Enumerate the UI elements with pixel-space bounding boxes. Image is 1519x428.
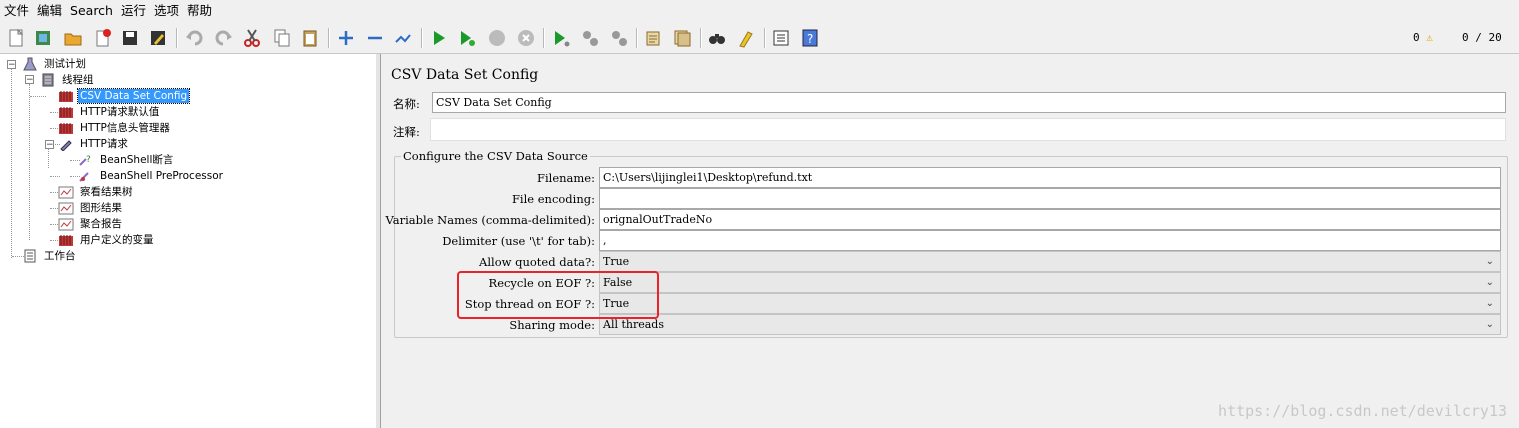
test-plan-tree: − − − 测试计划 线程组 CSV Data Set Config HTTP请… <box>0 54 377 428</box>
name-field[interactable]: CSV Data Set Config <box>432 92 1506 113</box>
save-as-icon[interactable] <box>147 27 169 49</box>
tree-item-http-defaults[interactable]: HTTP请求默认值 <box>58 104 161 120</box>
stop-icon[interactable] <box>486 27 508 49</box>
encoding-label: File encoding: <box>511 192 595 206</box>
name-label: 名称: <box>393 97 420 111</box>
sharing-select[interactable]: All threads ⌄ <box>599 314 1501 335</box>
config-element-icon <box>58 121 74 135</box>
config-element-icon <box>58 89 74 103</box>
chevron-down-icon: ⌄ <box>1485 277 1494 288</box>
quoted-value: True <box>603 255 630 268</box>
listener-icon <box>58 201 74 215</box>
thread-count: 0 / 20 <box>1462 31 1502 44</box>
delimiter-label: Delimiter (use '\t' for tab): <box>442 234 595 248</box>
new-icon[interactable] <box>5 27 27 49</box>
listener-icon <box>58 217 74 231</box>
filename-input[interactable]: C:\Users\lijinglei1\Desktop\refund.txt <box>599 167 1501 188</box>
filename-label: Filename: <box>537 171 595 185</box>
comment-field[interactable] <box>430 118 1506 141</box>
tree-item-test-plan[interactable]: 测试计划 <box>22 56 88 72</box>
function-helper-icon[interactable] <box>770 27 792 49</box>
svg-text:?: ? <box>86 155 91 165</box>
quoted-label: Allow quoted data?: <box>479 255 595 269</box>
red-highlight-box <box>457 271 659 319</box>
menu-help[interactable]: 帮助 <box>183 0 216 22</box>
undo-icon[interactable] <box>184 27 206 49</box>
redo-icon[interactable] <box>212 27 234 49</box>
tree-item-user-variables[interactable]: 用户定义的变量 <box>58 232 156 248</box>
flask-icon <box>22 57 38 71</box>
tree-item-workbench[interactable]: 工作台 <box>22 248 78 264</box>
tree-item-thread-group[interactable]: 线程组 <box>40 72 96 88</box>
menu-bar: 文件 编辑 Search 运行 选项 帮助 <box>0 0 1519 22</box>
shutdown-icon[interactable] <box>515 27 537 49</box>
reset-search-icon[interactable] <box>735 27 757 49</box>
close-icon[interactable] <box>92 27 114 49</box>
remote-shutdown-icon[interactable] <box>608 27 630 49</box>
collapse-icon[interactable] <box>364 27 386 49</box>
group-title: Configure the CSV Data Source <box>401 149 590 163</box>
start-icon[interactable] <box>428 27 450 49</box>
tree-item-results-tree[interactable]: 察看结果树 <box>58 184 135 200</box>
collapse-toggle-thread-group[interactable]: − <box>25 75 34 85</box>
menu-search[interactable]: Search <box>66 0 117 22</box>
collapse-toggle-http-request[interactable]: − <box>45 140 54 150</box>
start-no-pause-icon[interactable] <box>456 27 478 49</box>
watermark: https://blog.csdn.net/devilcry13 <box>1218 402 1507 420</box>
chevron-down-icon: ⌄ <box>1485 319 1494 330</box>
toolbar: ? 0 ⚠ 0 / 20 <box>0 23 1519 54</box>
chevron-down-icon: ⌄ <box>1485 256 1494 267</box>
menu-options[interactable]: 选项 <box>150 0 183 22</box>
expand-icon[interactable] <box>335 27 357 49</box>
cut-icon[interactable] <box>241 27 263 49</box>
chevron-down-icon: ⌄ <box>1485 298 1494 309</box>
tree-item-aggregate-report[interactable]: 聚合报告 <box>58 216 124 232</box>
spool-icon <box>40 73 56 87</box>
workbench-icon <box>22 249 38 263</box>
tree-item-csv-config[interactable]: CSV Data Set Config <box>58 88 191 104</box>
sharing-label: Sharing mode: <box>509 318 595 332</box>
search-icon[interactable] <box>706 27 728 49</box>
menu-file[interactable]: 文件 <box>0 0 33 22</box>
tree-item-http-request[interactable]: HTTP请求 <box>58 136 130 152</box>
panel-title: CSV Data Set Config <box>391 67 539 83</box>
tree-item-beanshell-preprocessor[interactable]: BeanShell PreProcessor <box>78 168 225 184</box>
stop-thread-select[interactable]: True ⌄ <box>599 293 1501 314</box>
warning-icon: ⚠ <box>1426 31 1433 44</box>
clear-icon[interactable] <box>642 27 664 49</box>
save-icon[interactable] <box>119 27 141 49</box>
comment-label: 注释: <box>393 125 420 139</box>
tree-item-header-manager[interactable]: HTTP信息头管理器 <box>58 120 172 136</box>
varnames-label: Variable Names (comma-delimited): <box>385 213 595 227</box>
csv-config-panel: CSV Data Set Config 名称: CSV Data Set Con… <box>381 54 1519 428</box>
remote-stop-icon[interactable] <box>579 27 601 49</box>
varnames-input[interactable]: orignalOutTradeNo <box>599 209 1501 230</box>
assertion-icon: ? <box>78 153 94 167</box>
open-icon[interactable] <box>62 27 84 49</box>
recycle-select[interactable]: False ⌄ <box>599 272 1501 293</box>
config-element-icon <box>58 233 74 247</box>
encoding-input[interactable] <box>599 188 1501 209</box>
sharing-value: All threads <box>603 318 664 331</box>
templates-icon[interactable] <box>32 27 54 49</box>
help-icon[interactable]: ? <box>799 27 821 49</box>
listener-icon <box>58 185 74 199</box>
copy-icon[interactable] <box>271 27 293 49</box>
menu-edit[interactable]: 编辑 <box>33 0 66 22</box>
config-element-icon <box>58 105 74 119</box>
svg-text:?: ? <box>807 32 813 46</box>
collapse-toggle-root[interactable]: − <box>7 60 16 70</box>
preprocessor-icon <box>78 169 94 183</box>
tree-item-beanshell-assertion[interactable]: ? BeanShell断言 <box>78 152 175 168</box>
remote-start-icon[interactable] <box>550 27 572 49</box>
tree-item-graph-results[interactable]: 图形结果 <box>58 200 124 216</box>
delimiter-input[interactable]: , <box>599 230 1501 251</box>
warning-count[interactable]: 0 ⚠ <box>1413 31 1433 44</box>
paste-icon[interactable] <box>299 27 321 49</box>
menu-run[interactable]: 运行 <box>117 0 150 22</box>
pipette-icon <box>58 137 74 151</box>
toggle-icon[interactable] <box>392 27 414 49</box>
clear-all-icon[interactable] <box>671 27 693 49</box>
quoted-select[interactable]: True ⌄ <box>599 251 1501 272</box>
